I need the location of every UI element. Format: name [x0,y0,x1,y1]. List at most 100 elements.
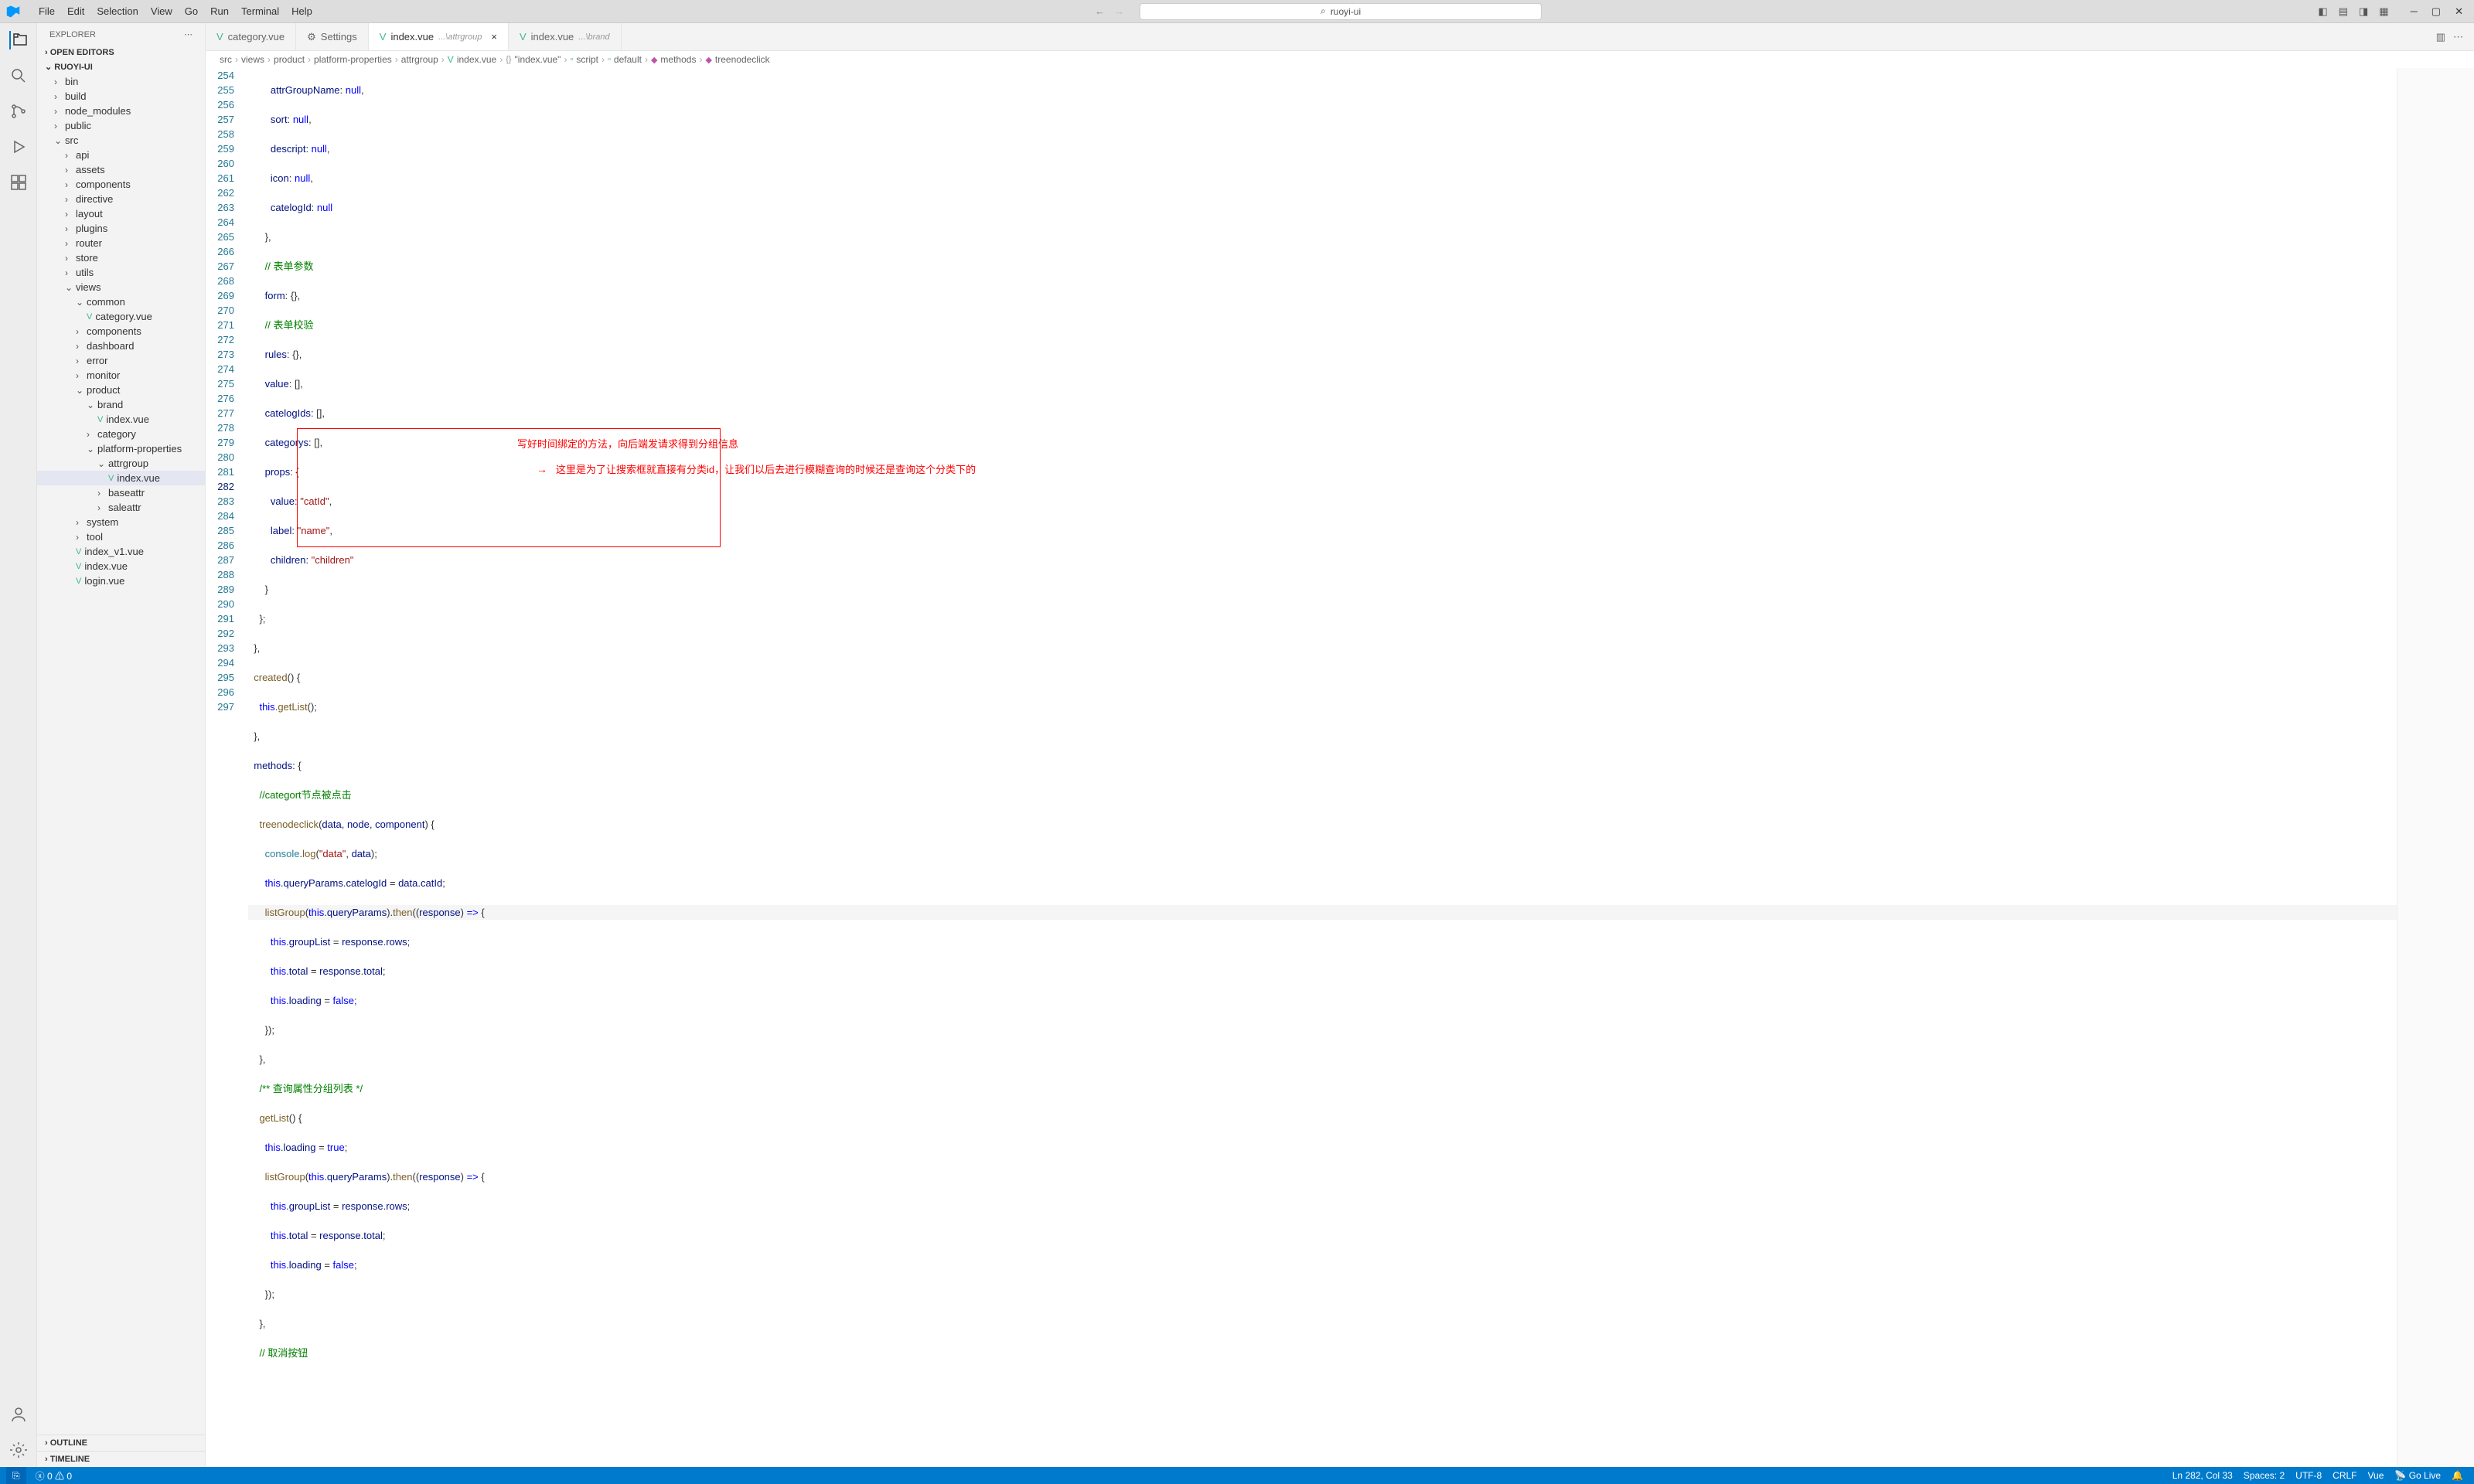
status-lang[interactable]: Vue [2368,1470,2384,1481]
explorer-sidebar: EXPLORER ⋯ › OPEN EDITORS ⌄ RUOYI-UI ›bi… [37,23,206,1467]
open-editors-section[interactable]: › OPEN EDITORS [37,46,205,60]
code[interactable]: attrGroupName: null, sort: null, descrip… [248,68,2397,1467]
folder-system[interactable]: ›system [37,515,205,529]
activity-bar [0,23,37,1467]
folder-layout[interactable]: ›layout [37,206,205,221]
folder-api[interactable]: ›api [37,148,205,162]
tab-index-attrgroup[interactable]: Vindex.vue ...\attrgroup× [369,23,509,50]
folder-bin[interactable]: ›bin [37,74,205,89]
status-spaces[interactable]: Spaces: 2 [2244,1470,2285,1481]
status-ln-col[interactable]: Ln 282, Col 33 [2172,1470,2233,1481]
file-login-vue[interactable]: Vlogin.vue [37,574,205,588]
gutter: 2542552562572582592602612622632642652662… [206,68,248,1467]
folder-category[interactable]: ›category [37,427,205,441]
folder-directive[interactable]: ›directive [37,192,205,206]
status-encoding[interactable]: UTF-8 [2295,1470,2322,1481]
menu-terminal[interactable]: Terminal [235,2,285,20]
statusbar: ⎘ ⓧ 0 ⚠ 0 Ln 282, Col 33 Spaces: 2 UTF-8… [0,1467,2474,1484]
tab-index-brand[interactable]: Vindex.vue ...\brand [509,23,622,50]
menu-file[interactable]: File [32,2,61,20]
menu-help[interactable]: Help [285,2,319,20]
menu-go[interactable]: Go [179,2,204,20]
explorer-title: EXPLORER [49,30,96,39]
folder-store[interactable]: ›store [37,250,205,265]
menu-bar: File Edit Selection View Go Run Terminal… [26,2,319,20]
status-golive[interactable]: 📡 Go Live [2394,1470,2441,1481]
folder-components[interactable]: ›components [37,177,205,192]
folder-dashboard[interactable]: ›dashboard [37,339,205,353]
arrow-icon: → [537,462,547,477]
titlebar: File Edit Selection View Go Run Terminal… [0,0,2474,23]
file-brand-index[interactable]: Vindex.vue [37,412,205,427]
menu-edit[interactable]: Edit [61,2,90,20]
close-icon[interactable]: ✕ [2455,5,2463,18]
tab-settings[interactable]: ⚙Settings [296,23,369,50]
folder-attrgroup[interactable]: ⌄attrgroup [37,456,205,471]
breadcrumb[interactable]: src› views› product› platform-properties… [206,51,2474,68]
extensions-icon[interactable] [9,173,28,192]
file-index-v1[interactable]: Vindex_v1.vue [37,544,205,559]
nav-back-icon[interactable]: ← [1095,5,1105,17]
annotation-1: 写好时间绑定的方法，向后端发请求得到分组信息 [517,437,738,451]
annotation-2: 这里是为了让搜索框就直接有分类id，让我们以后去进行模糊查询的时候还是查询这个分… [556,462,976,477]
folder-views[interactable]: ⌄views [37,280,205,294]
account-icon[interactable] [9,1405,28,1424]
folder-src[interactable]: ⌄src [37,133,205,148]
minimize-icon[interactable]: ─ [2411,5,2418,18]
folder-monitor[interactable]: ›monitor [37,368,205,383]
menu-view[interactable]: View [145,2,179,20]
layout-panel-icon[interactable]: ▤ [2339,5,2348,18]
editor: Vcategory.vue ⚙Settings Vindex.vue ...\a… [206,23,2474,1467]
editor-tabs: Vcategory.vue ⚙Settings Vindex.vue ...\a… [206,23,2474,51]
status-bell-icon[interactable]: 🔔 [2452,1470,2463,1481]
folder-platform-properties[interactable]: ⌄platform-properties [37,441,205,456]
code-area[interactable]: 2542552562572582592602612622632642652662… [206,68,2474,1467]
folder-plugins[interactable]: ›plugins [37,221,205,236]
folder-public[interactable]: ›public [37,118,205,133]
menu-selection[interactable]: Selection [90,2,144,20]
split-editor-icon[interactable]: ▥ [2436,31,2445,43]
search-activity-icon[interactable] [9,66,28,85]
minimap[interactable] [2397,68,2474,1467]
debug-icon[interactable] [9,138,28,156]
folder-product[interactable]: ⌄product [37,383,205,397]
menu-run[interactable]: Run [204,2,235,20]
file-category-vue[interactable]: Vcategory.vue [37,309,205,324]
more-icon[interactable]: ⋯ [184,29,193,39]
timeline-section[interactable]: › TIMELINE [37,1451,205,1467]
folder-brand[interactable]: ⌄brand [37,397,205,412]
maximize-icon[interactable]: ▢ [2431,5,2441,18]
folder-common[interactable]: ⌄common [37,294,205,309]
app-icon [0,5,26,19]
outline-section[interactable]: › OUTLINE [37,1435,205,1451]
folder-components2[interactable]: ›components [37,324,205,339]
folder-error[interactable]: ›error [37,353,205,368]
project-section[interactable]: ⌄ RUOYI-UI [37,60,205,74]
status-errors[interactable]: ⓧ 0 ⚠ 0 [36,1469,72,1482]
layout-secondary-icon[interactable]: ◨ [2359,5,2368,18]
explorer-icon[interactable] [9,31,28,49]
status-eol[interactable]: CRLF [2333,1470,2356,1481]
scm-icon[interactable] [9,102,28,121]
tab-category[interactable]: Vcategory.vue [206,23,296,50]
tab-close-icon[interactable]: × [491,31,497,43]
folder-build[interactable]: ›build [37,89,205,104]
file-index-vue3[interactable]: Vindex.vue [37,559,205,574]
folder-node-modules[interactable]: ›node_modules [37,104,205,118]
nav-forward-icon[interactable]: → [1114,5,1124,17]
folder-utils[interactable]: ›utils [37,265,205,280]
folder-tool[interactable]: ›tool [37,529,205,544]
layout-primary-icon[interactable]: ◧ [2318,5,2327,18]
search-text: ruoyi-ui [1331,6,1361,17]
more-actions-icon[interactable]: ⋯ [2453,31,2463,43]
remote-button[interactable]: ⎘ [6,1467,26,1484]
folder-baseattr[interactable]: ›baseattr [37,485,205,500]
settings-gear-icon[interactable] [9,1441,28,1459]
file-attrgroup-index[interactable]: Vindex.vue [37,471,205,485]
search-icon: ⌕ [1320,5,1326,17]
folder-saleattr[interactable]: ›saleattr [37,500,205,515]
folder-assets[interactable]: ›assets [37,162,205,177]
folder-router[interactable]: ›router [37,236,205,250]
layout-customize-icon[interactable]: ▦ [2379,5,2388,18]
command-center[interactable]: ⌕ ruoyi-ui [1140,3,1542,20]
